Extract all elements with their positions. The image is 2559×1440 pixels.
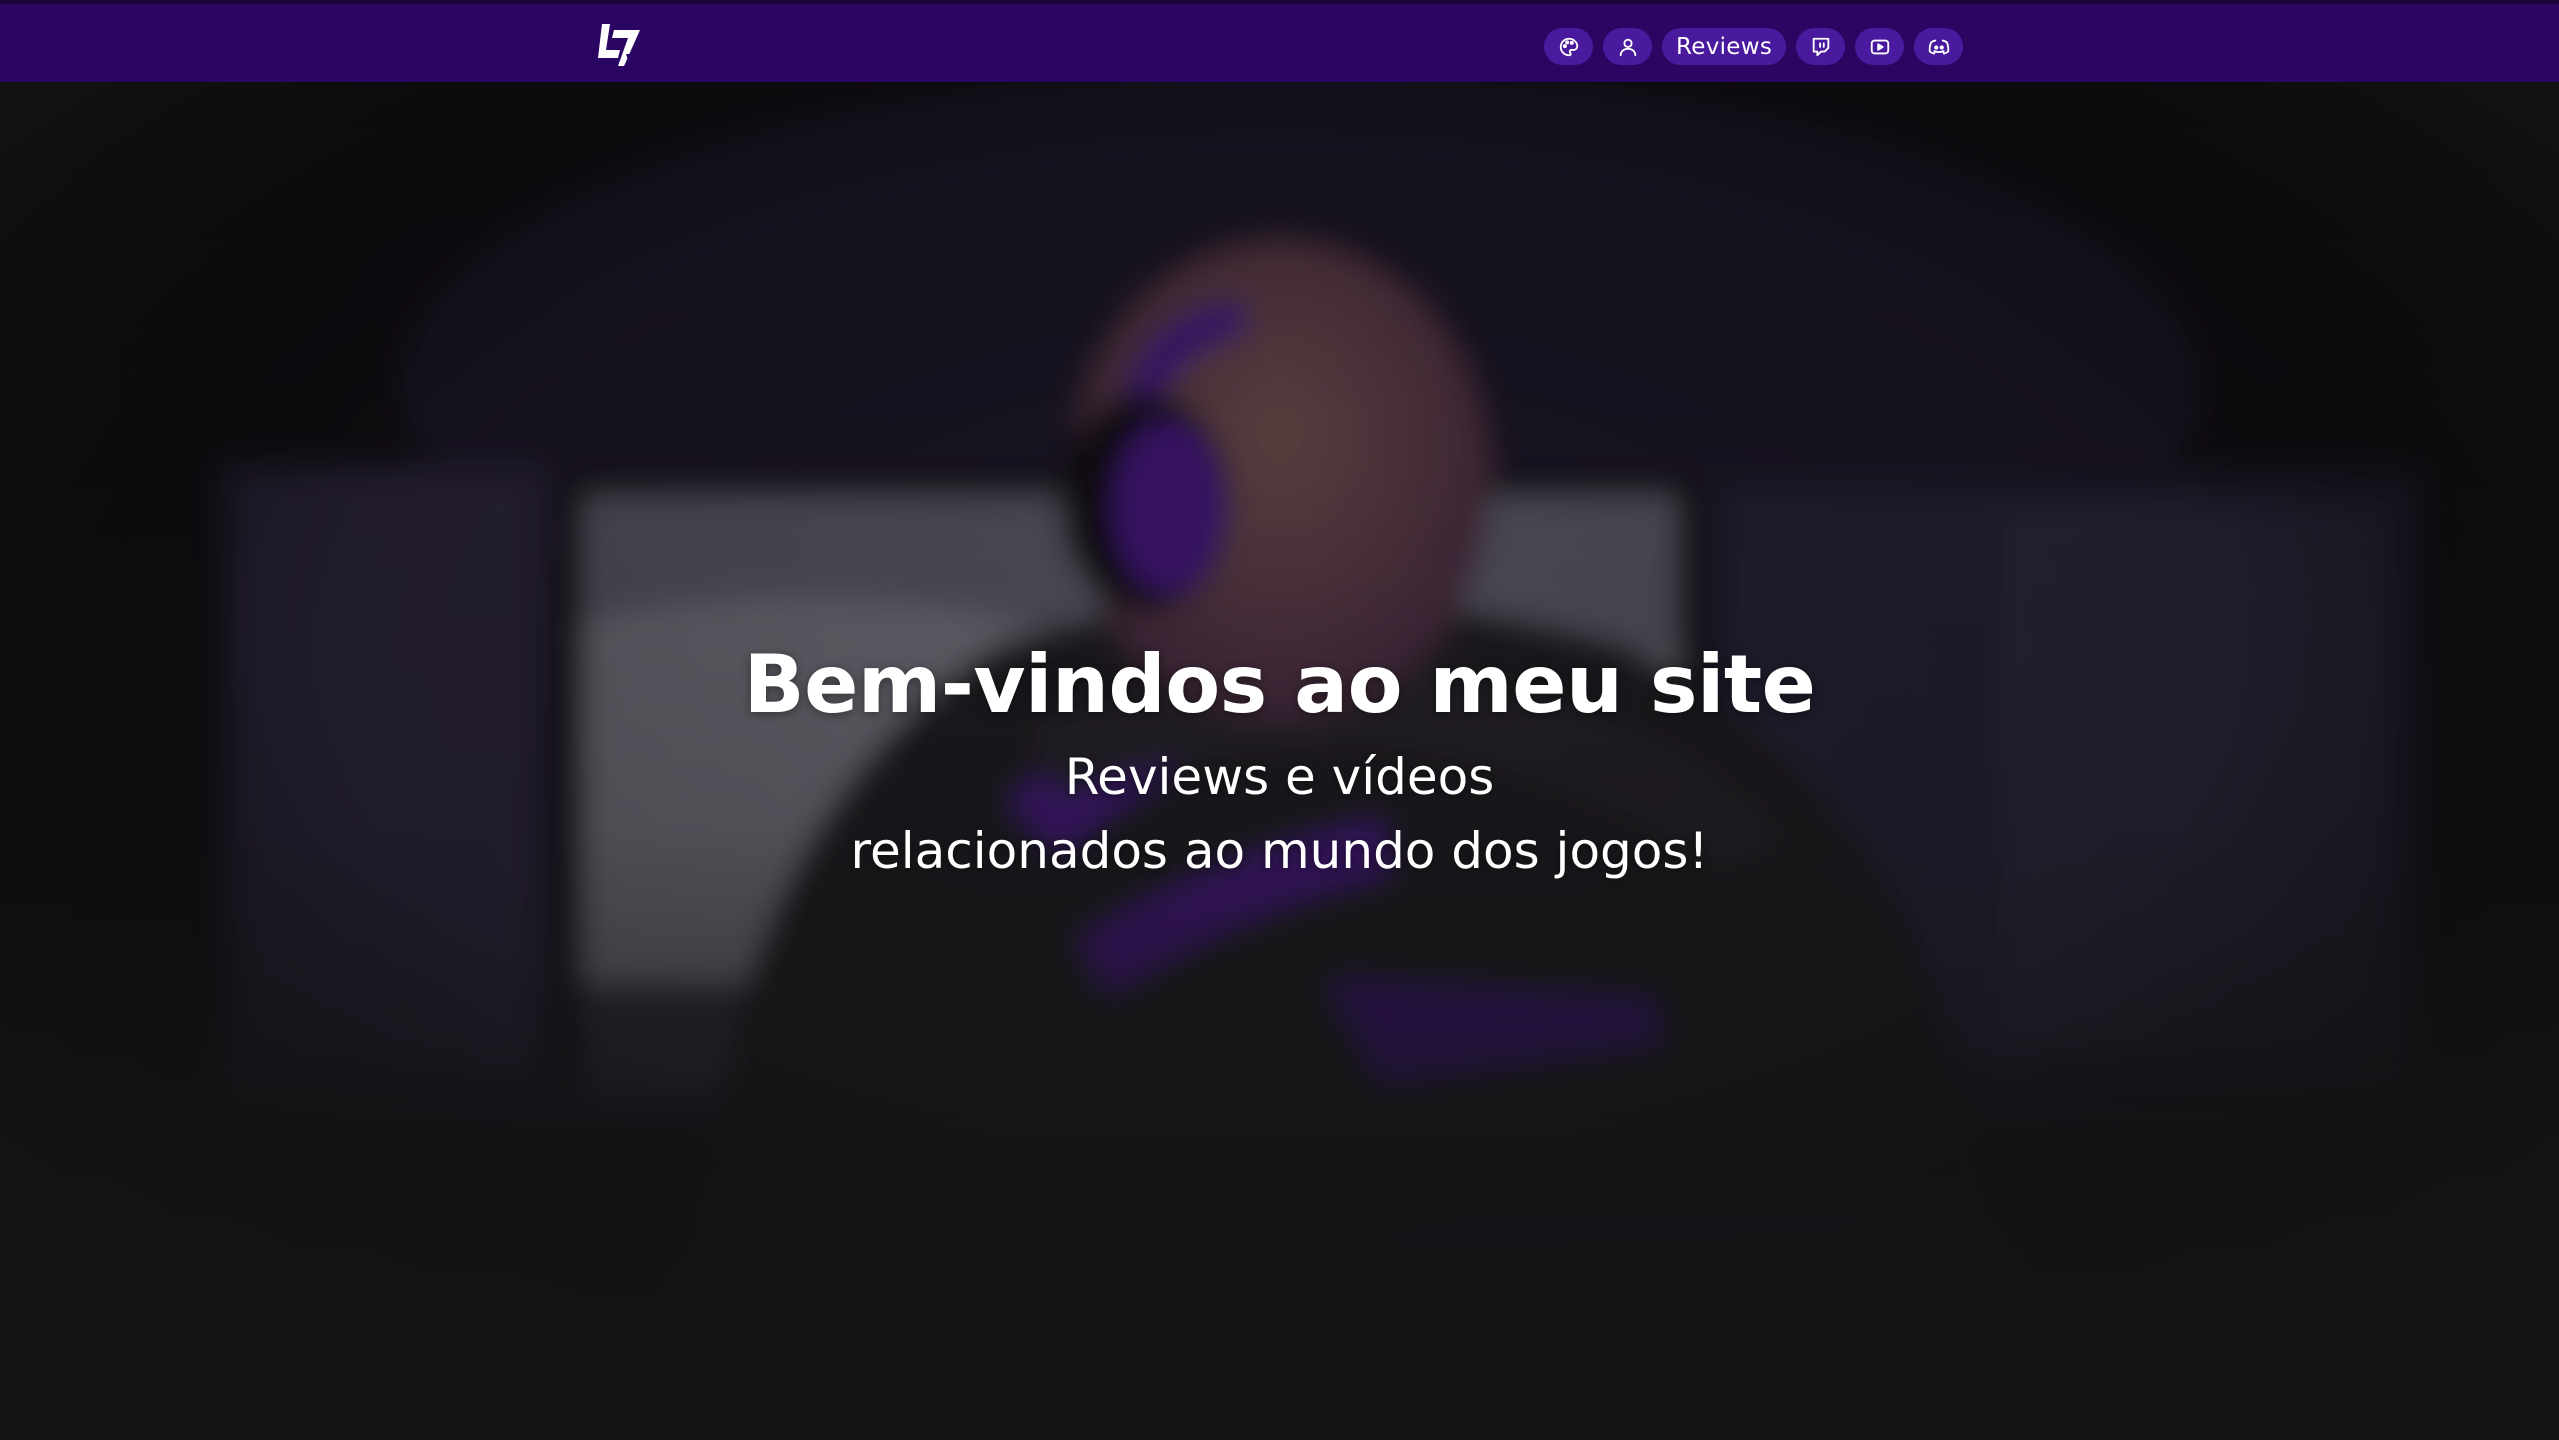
twitch-icon <box>1810 36 1832 58</box>
palette-icon <box>1558 36 1580 58</box>
hero-subtitle-line2: relacionados ao mundo dos jogos! <box>850 822 1709 880</box>
nav-reviews-label: Reviews <box>1676 33 1773 60</box>
hero-section: Bem-vindos ao meu site Reviews e vídeos … <box>0 630 2559 888</box>
hero-title: Bem-vindos ao meu site <box>743 638 1816 731</box>
nav-menu: Reviews <box>1544 28 1964 65</box>
nav-reviews-link[interactable]: Reviews <box>1662 28 1787 65</box>
hero-subtitle-line1: Reviews e vídeos <box>1064 748 1495 806</box>
youtube-icon <box>1869 36 1891 58</box>
lv-logo-icon[interactable] <box>596 20 644 68</box>
discord-button[interactable] <box>1914 28 1964 65</box>
youtube-button[interactable] <box>1855 28 1905 65</box>
discord-icon <box>1928 36 1950 58</box>
top-navbar: Reviews <box>0 0 2559 82</box>
theme-button[interactable] <box>1544 28 1593 65</box>
about-button[interactable] <box>1603 28 1652 65</box>
page: Reviews Bem-vindos ao meu site Reviews e… <box>0 0 2559 1440</box>
user-icon <box>1617 36 1639 58</box>
twitch-button[interactable] <box>1796 28 1846 65</box>
